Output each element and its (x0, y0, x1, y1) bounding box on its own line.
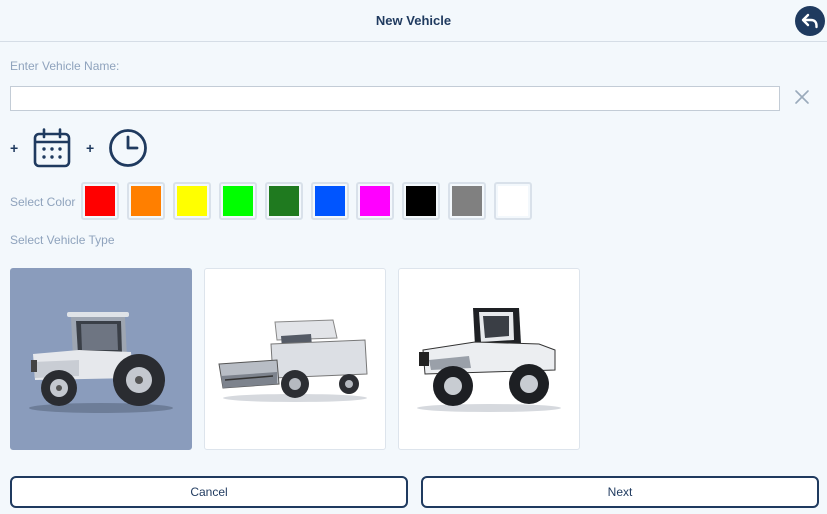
color-swatch-fill (406, 186, 436, 216)
vehicle-type-articulated-tractor[interactable] (398, 268, 580, 450)
header-bar: New Vehicle (0, 0, 827, 42)
color-swatch-10[interactable] (494, 182, 532, 220)
color-swatch-fill (85, 186, 115, 216)
color-swatch-4[interactable] (219, 182, 257, 220)
color-swatch-fill (177, 186, 207, 216)
color-swatch-8[interactable] (402, 182, 440, 220)
articulated-tractor-image (417, 308, 561, 412)
color-swatch-fill (498, 186, 528, 216)
undo-arrow-icon (801, 13, 818, 29)
clear-icon[interactable] (793, 88, 811, 106)
select-color-label: Select Color (10, 195, 76, 209)
color-swatch-9[interactable] (448, 182, 486, 220)
color-swatch-fill (269, 186, 299, 216)
color-swatch-fill (131, 186, 161, 216)
color-swatch-5[interactable] (265, 182, 303, 220)
color-swatch-7[interactable] (356, 182, 394, 220)
color-swatch-fill (452, 186, 482, 216)
color-swatch-2[interactable] (127, 182, 165, 220)
back-button[interactable] (795, 6, 825, 36)
color-swatch-1[interactable] (81, 182, 119, 220)
cancel-button[interactable]: Cancel (10, 476, 408, 508)
next-button[interactable]: Next (421, 476, 819, 508)
color-swatch-3[interactable] (173, 182, 211, 220)
color-swatch-fill (360, 186, 390, 216)
page-title: New Vehicle (375, 13, 452, 28)
vehicle-name-label: Enter Vehicle Name: (10, 59, 120, 73)
color-swatch-6[interactable] (311, 182, 349, 220)
color-swatch-fill (315, 186, 345, 216)
tractor-image (29, 312, 173, 413)
vehicle-type-combine-harvester[interactable] (204, 268, 386, 450)
color-swatch-fill (223, 186, 253, 216)
vehicle-name-input[interactable] (10, 86, 780, 111)
add-date-plus: + (10, 140, 19, 156)
clock-icon[interactable] (108, 128, 148, 168)
calendar-icon[interactable] (33, 128, 71, 168)
add-time-plus: + (86, 140, 95, 156)
select-vehicle-type-label: Select Vehicle Type (10, 233, 115, 247)
combine-harvester-image (218, 319, 368, 402)
vehicle-type-tractor[interactable] (10, 268, 192, 450)
